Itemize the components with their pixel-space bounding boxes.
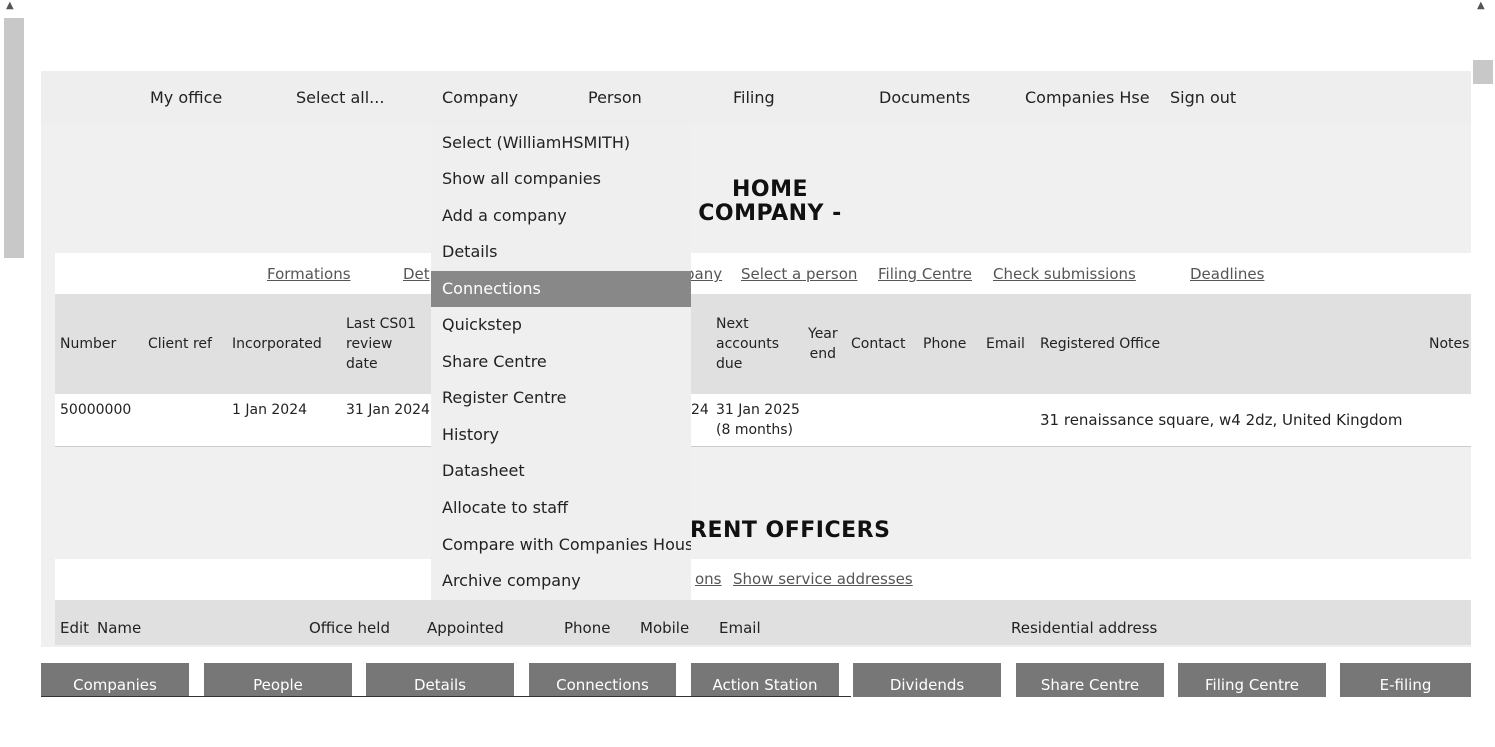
tab-e-filing[interactable]: E-filing [1340,663,1471,697]
tab-dividends[interactable]: Dividends [853,663,1001,697]
cell-last-cs01: 31 Jan 2024 [346,402,430,418]
officers-link-bar: ons Show service addresses [55,559,1471,600]
col-next-accounts: Next accounts due [716,314,779,374]
menu-item-register-centre[interactable]: Register Centre [431,380,691,416]
cell-next-accounts-date: 31 Jan 2025 [716,402,800,418]
nav-companies-house[interactable]: Companies Hse [1025,88,1150,107]
company-table-header: Number Client ref Incorporated Last CS01… [55,294,1471,394]
link-formations[interactable]: Formations [267,265,351,283]
link-select-person[interactable]: Select a person [741,265,857,283]
col-phone: Phone [564,619,611,637]
col-notes: Notes [1429,336,1470,352]
nav-sign-out[interactable]: Sign out [1170,88,1236,107]
menu-item-details[interactable]: Details [431,234,691,270]
cell-incorporated: 1 Jan 2024 [232,402,308,418]
col-next-accounts-line2: accounts [716,336,780,352]
tab-filing-centre[interactable]: Filing Centre [1178,663,1326,697]
right-scrollbar-thumb[interactable] [1473,60,1493,84]
col-name: Name [97,619,142,637]
link-check-submissions[interactable]: Check submissions [993,265,1136,283]
menu-item-history[interactable]: History [431,417,691,453]
menu-item-connections[interactable]: Connections [431,271,691,307]
right-scrollbar[interactable]: ▲ [1471,0,1495,747]
link-officers-partial[interactable]: ons [695,570,722,588]
col-year-end-line1: Year [808,326,838,342]
current-officers-heading: RENT OFFICERS [690,518,891,543]
cell-hidden-partial: 24 [691,402,709,418]
col-email: Email [986,336,1025,352]
tab-underline [41,696,851,697]
top-navigation: My office Select all... Company Person F… [41,71,1471,124]
col-year-end: Year end [808,324,838,364]
col-incorporated: Incorporated [232,336,322,352]
menu-item-compare-companies-house[interactable]: Compare with Companies House [431,527,691,563]
nav-select-all[interactable]: Select all... [296,88,384,107]
col-mobile: Mobile [640,619,690,637]
menu-item-allocate-to-staff[interactable]: Allocate to staff [431,490,691,526]
cell-number: 50000000 [60,402,132,418]
scroll-up-arrow-icon[interactable]: ▲ [6,0,14,11]
nav-my-office[interactable]: My office [150,88,222,107]
cell-registered-office: 31 renaissance square, w4 2dz, United Ki… [1040,411,1403,429]
tab-share-centre[interactable]: Share Centre [1016,663,1164,697]
nav-filing[interactable]: Filing [733,88,775,107]
menu-item-add-company[interactable]: Add a company [431,198,691,234]
col-contact: Contact [851,336,906,352]
link-filing-centre[interactable]: Filing Centre [878,265,972,283]
col-client-ref: Client ref [148,336,212,352]
tab-connections[interactable]: Connections [529,663,676,697]
left-scrollbar[interactable]: ▲ [0,0,24,747]
menu-item-datasheet[interactable]: Datasheet [431,453,691,489]
col-residential-address: Residential address [1011,619,1158,637]
company-dropdown-menu: Select (WilliamHSMITH) Show all companie… [431,124,691,600]
col-office-held: Office held [309,619,390,637]
link-deadlines[interactable]: Deadlines [1190,265,1264,283]
officers-table-header: Edit Name Office held Appointed Phone Mo… [55,600,1471,645]
link-show-service-addresses[interactable]: Show service addresses [733,570,913,588]
menu-item-select[interactable]: Select (WilliamHSMITH) [431,125,691,161]
nav-company[interactable]: Company [442,88,518,107]
cell-next-accounts: 31 Jan 2025 (8 months) [716,400,800,440]
col-registered-office: Registered Office [1040,336,1161,352]
col-last-cs01: Last CS01 review date [346,314,416,374]
tab-companies[interactable]: Companies [41,663,189,697]
nav-documents[interactable]: Documents [879,88,970,107]
col-appointed: Appointed [427,619,504,637]
col-number: Number [60,336,117,352]
col-next-accounts-line3: due [716,356,743,372]
col-last-cs01-line1: Last CS01 [346,316,417,332]
table-row[interactable]: 50000000 1 Jan 2024 31 Jan 2024 24 31 Ja… [55,394,1471,447]
tab-people[interactable]: People [204,663,352,697]
menu-item-share-centre[interactable]: Share Centre [431,344,691,380]
menu-item-show-all-companies[interactable]: Show all companies [431,161,691,197]
menu-item-quickstep[interactable]: Quickstep [431,307,691,343]
col-next-accounts-line1: Next [716,316,749,332]
col-last-cs01-line3: date [346,356,378,372]
cell-next-accounts-months: (8 months) [716,422,794,438]
nav-person[interactable]: Person [588,88,642,107]
col-phone: Phone [923,336,967,352]
menu-item-archive-company[interactable]: Archive company [431,563,691,599]
link-details[interactable]: Det [403,265,430,283]
tab-details[interactable]: Details [366,663,514,697]
scroll-up-arrow-icon[interactable]: ▲ [1477,0,1485,11]
col-edit: Edit [60,619,90,637]
tab-action-station[interactable]: Action Station [691,663,839,697]
col-last-cs01-line2: review [346,336,393,352]
company-link-bar: Formations Det pany Select a person Fili… [55,253,1471,294]
col-year-end-line2: end [809,346,836,362]
left-scrollbar-thumb[interactable] [4,18,24,258]
col-email: Email [719,619,761,637]
